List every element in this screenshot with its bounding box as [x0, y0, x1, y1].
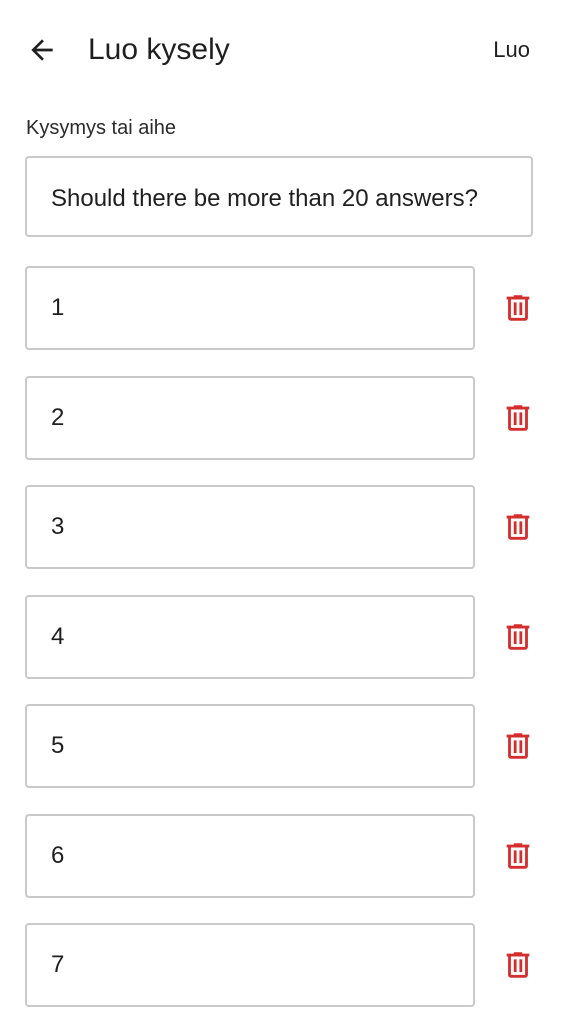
answer-input-value: 3 [51, 513, 65, 540]
trash-icon [506, 733, 530, 759]
answer-input-value: 7 [51, 951, 65, 978]
answer-input-value: 1 [51, 294, 65, 321]
question-label: Kysymys tai aihe [26, 117, 177, 139]
answer-row: 7 [0, 923, 562, 1007]
answer-input[interactable]: 7 [25, 923, 475, 1007]
answer-row: 5 [0, 704, 562, 788]
page-title: Luo kysely [88, 33, 230, 66]
answer-input-value: 2 [51, 403, 65, 431]
answer-input[interactable]: 3 [25, 485, 475, 569]
answer-input[interactable]: 4 [25, 594, 475, 679]
delete-answer-button[interactable] [494, 284, 542, 332]
answer-input-value: 6 [51, 841, 65, 869]
trash-icon [506, 842, 530, 869]
answer-input-value: 4 [51, 622, 65, 650]
question-input-value: Should there be more than 20 answers? [51, 185, 478, 212]
answer-row: 3 [0, 485, 562, 569]
answer-row: 4 [0, 594, 562, 679]
arrow-left-icon [31, 39, 53, 61]
back-button[interactable] [18, 26, 66, 74]
answer-row: 1 [0, 266, 562, 350]
delete-answer-button[interactable] [494, 941, 542, 989]
delete-answer-button[interactable] [494, 722, 542, 770]
delete-answer-button[interactable] [494, 613, 542, 661]
app-bar: Luo kysely Luo [0, 0, 562, 100]
trash-icon [506, 404, 530, 431]
answer-input[interactable]: 1 [25, 266, 475, 350]
answer-input[interactable]: 2 [25, 375, 475, 460]
answer-input-value: 5 [51, 732, 65, 759]
answer-input[interactable]: 6 [25, 813, 475, 898]
delete-answer-button[interactable] [494, 503, 542, 551]
trash-icon [506, 623, 530, 650]
trash-icon [506, 514, 530, 540]
trash-icon [506, 952, 530, 978]
delete-answer-button[interactable] [494, 394, 542, 442]
answer-row: 6 [0, 813, 562, 898]
question-input[interactable]: Should there be more than 20 answers? [25, 156, 533, 237]
delete-answer-button[interactable] [494, 832, 542, 880]
answer-row: 2 [0, 375, 562, 460]
answer-list: 1 2 3 4 5 6 7 [0, 266, 562, 1033]
answer-input[interactable]: 5 [25, 704, 475, 788]
create-button[interactable]: Luo [479, 30, 544, 70]
trash-icon [506, 295, 530, 321]
